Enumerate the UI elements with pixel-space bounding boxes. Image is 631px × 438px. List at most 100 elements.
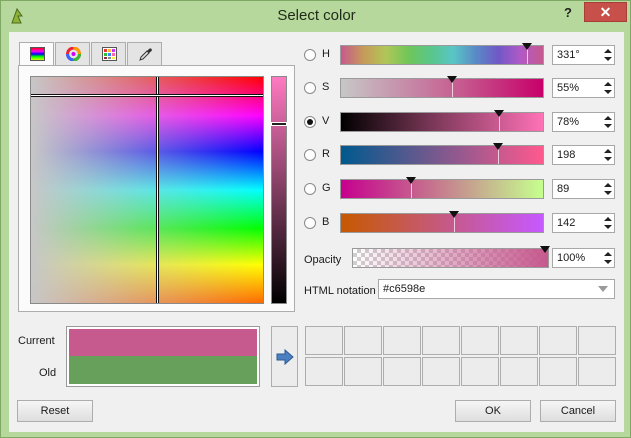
spin-arrows[interactable] <box>603 80 613 96</box>
spin-up-icon[interactable] <box>604 49 612 53</box>
opacity-value: 100% <box>557 252 586 264</box>
slider-marker[interactable] <box>447 76 457 83</box>
add-to-swatches-button[interactable] <box>271 326 298 387</box>
current-color-swatch[interactable] <box>69 329 257 356</box>
tab-color-wheel[interactable] <box>55 42 90 65</box>
value-slider[interactable] <box>271 76 287 304</box>
current-label: Current <box>18 335 55 347</box>
slider-v[interactable] <box>340 110 544 132</box>
radio-g[interactable] <box>304 183 316 195</box>
color-ramp-panel <box>18 65 295 312</box>
spin-down-icon[interactable] <box>604 124 612 128</box>
custom-swatch-cell[interactable] <box>461 357 499 386</box>
radio-b[interactable] <box>304 217 316 229</box>
slider-h[interactable] <box>340 43 544 65</box>
custom-swatch-cell[interactable] <box>539 326 577 355</box>
close-button[interactable]: ✕ <box>584 2 627 22</box>
spin-arrows[interactable] <box>603 47 613 63</box>
custom-swatch-cell[interactable] <box>500 357 538 386</box>
spinbox-s[interactable]: 55% <box>552 78 615 98</box>
opacity-marker[interactable] <box>540 246 550 253</box>
spinbox-v[interactable]: 78% <box>552 112 615 132</box>
spin-down-icon[interactable] <box>604 57 612 61</box>
cancel-button[interactable]: Cancel <box>540 400 616 422</box>
slider-marker[interactable] <box>493 143 503 150</box>
spin-arrows[interactable] <box>603 147 613 163</box>
ok-button[interactable]: OK <box>455 400 531 422</box>
slider-marker[interactable] <box>449 211 459 218</box>
spin-arrows[interactable] <box>603 215 613 231</box>
custom-swatch-cell[interactable] <box>305 357 343 386</box>
slider-b[interactable] <box>340 211 544 233</box>
spinbox-value: 331° <box>557 49 580 61</box>
custom-swatch-cell[interactable] <box>539 357 577 386</box>
spinbox-value: 142 <box>557 217 576 229</box>
custom-swatch-cell[interactable] <box>422 357 460 386</box>
spin-down-icon[interactable] <box>604 260 612 264</box>
spinbox-r[interactable]: 198 <box>552 145 615 165</box>
slider-r[interactable] <box>340 143 544 165</box>
slider-marker[interactable] <box>522 43 532 50</box>
custom-swatch-cell[interactable] <box>305 326 343 355</box>
radio-r[interactable] <box>304 149 316 161</box>
component-label: B <box>322 216 330 228</box>
spinbox-g[interactable]: 89 <box>552 179 615 199</box>
spin-arrows[interactable] <box>603 114 613 130</box>
html-notation-label: HTML notation <box>304 285 376 297</box>
dropdown-arrow-icon[interactable] <box>598 286 608 292</box>
custom-swatch-cell[interactable] <box>383 326 421 355</box>
reset-button[interactable]: Reset <box>17 400 93 422</box>
spinbox-value: 89 <box>557 183 570 195</box>
spin-down-icon[interactable] <box>604 191 612 195</box>
slider-g[interactable] <box>340 177 544 199</box>
slider-marker[interactable] <box>406 177 416 184</box>
spin-up-icon[interactable] <box>604 217 612 221</box>
radio-h[interactable] <box>304 49 316 61</box>
tab-color-ramp[interactable] <box>19 42 54 67</box>
spinbox-b[interactable]: 142 <box>552 213 615 233</box>
tab-swatches[interactable] <box>91 42 126 65</box>
spin-up-icon[interactable] <box>604 252 612 256</box>
spin-arrows[interactable] <box>603 181 613 197</box>
eyedropper-icon <box>139 48 152 61</box>
select-color-dialog: Select color ? ✕ H 331° S 55% V 78% R 19… <box>0 0 631 438</box>
custom-swatch-cell[interactable] <box>461 326 499 355</box>
spin-down-icon[interactable] <box>604 157 612 161</box>
component-label: G <box>322 182 331 194</box>
custom-swatch-cell[interactable] <box>578 326 616 355</box>
help-button[interactable]: ? <box>557 3 579 23</box>
spin-down-icon[interactable] <box>604 225 612 229</box>
custom-swatch-cell[interactable] <box>578 357 616 386</box>
dialog-body: H 331° S 55% V 78% R 198 G 89 B 142 Opacity 100% HT… <box>9 32 624 432</box>
custom-swatch-cell[interactable] <box>500 326 538 355</box>
html-notation-value: #c6598e <box>383 283 426 295</box>
spinbox-h[interactable]: 331° <box>552 45 615 65</box>
value-slider-handle[interactable] <box>271 122 287 126</box>
opacity-slider[interactable] <box>352 246 550 268</box>
custom-swatch-cell[interactable] <box>344 326 382 355</box>
title-bar: Select color ? ✕ <box>1 1 631 31</box>
component-row-v: V 78% <box>304 110 624 133</box>
color-wheel-icon <box>66 47 81 61</box>
html-notation-combo[interactable]: #c6598e <box>378 279 615 299</box>
custom-swatch-cell[interactable] <box>422 326 460 355</box>
saturation-hue-area[interactable] <box>30 76 264 304</box>
custom-swatch-cell[interactable] <box>344 357 382 386</box>
spin-up-icon[interactable] <box>604 116 612 120</box>
spin-down-icon[interactable] <box>604 90 612 94</box>
custom-swatch-cell[interactable] <box>383 357 421 386</box>
opacity-label: Opacity <box>304 254 342 266</box>
spin-up-icon[interactable] <box>604 183 612 187</box>
old-color-swatch[interactable] <box>69 356 257 384</box>
slider-marker[interactable] <box>494 110 504 117</box>
spinbox-value: 78% <box>557 116 580 128</box>
spin-up-icon[interactable] <box>604 149 612 153</box>
spin-arrows[interactable] <box>603 250 613 266</box>
opacity-spinbox[interactable]: 100% <box>552 248 615 268</box>
spin-up-icon[interactable] <box>604 82 612 86</box>
custom-swatch-grid <box>305 326 618 387</box>
tab-sampler[interactable] <box>127 42 162 65</box>
radio-v[interactable] <box>304 116 316 128</box>
radio-s[interactable] <box>304 82 316 94</box>
slider-s[interactable] <box>340 76 544 98</box>
